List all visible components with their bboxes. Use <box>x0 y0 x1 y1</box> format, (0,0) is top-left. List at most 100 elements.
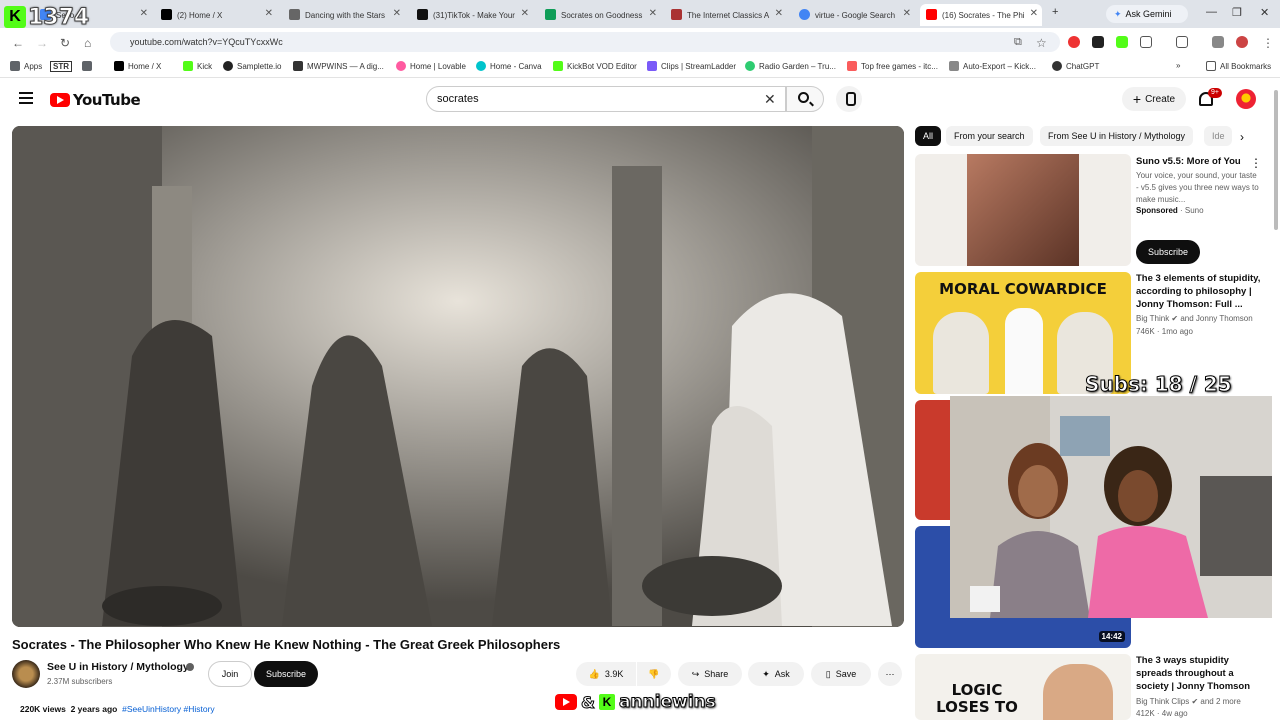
create-button[interactable]: + Create <box>1122 87 1186 111</box>
bookmark-grid[interactable] <box>82 61 92 71</box>
new-tab-icon[interactable]: + <box>1052 6 1058 18</box>
chip-all[interactable]: All <box>915 126 942 146</box>
bookmark-star-icon[interactable]: ☆ <box>1036 36 1047 50</box>
all-bookmarks[interactable]: All Bookmarks <box>1206 61 1271 71</box>
bookmark-kickbot[interactable]: KickBot VOD Editor <box>553 61 637 71</box>
page-scrollbar[interactable] <box>1274 90 1278 230</box>
share-button[interactable]: ↪ Share <box>678 662 742 686</box>
url-bar[interactable]: youtube.com/watch?v=YQcuTYcxxWc <box>110 32 1060 52</box>
minimize-icon[interactable]: — <box>1206 6 1217 18</box>
dislike-button[interactable]: 👎 <box>637 662 671 686</box>
youtube-logo[interactable]: YouTube <box>50 91 141 109</box>
save-button[interactable]: ▯ Save <box>811 662 871 686</box>
recommended-title[interactable]: The 3 ways stupidity spreads throughout … <box>1136 654 1266 693</box>
browser-tab[interactable]: The Internet Classics A ✕ <box>665 4 787 26</box>
url-text: youtube.com/watch?v=YQcuTYcxxWc <box>130 37 283 47</box>
more-bookmarks-icon[interactable]: » <box>1176 61 1180 70</box>
bookmark-apps[interactable]: Apps <box>10 61 42 71</box>
maximize-icon[interactable]: ❐ <box>1232 6 1242 19</box>
tab-close-icon[interactable]: ✕ <box>140 8 148 19</box>
chip-from-your-search[interactable]: From your search <box>946 126 1033 146</box>
ask-button[interactable]: ✦ Ask <box>748 662 804 686</box>
canva-icon <box>476 61 486 71</box>
bookmark-radio-garden[interactable]: Radio Garden – Tru... <box>745 61 836 71</box>
puzzle-extensions-icon[interactable] <box>1140 36 1152 48</box>
bookmark-label: Auto-Export – Kick... <box>963 61 1036 71</box>
home-icon[interactable]: ⌂ <box>84 36 91 50</box>
hashtags[interactable]: #SeeUinHistory #History <box>122 704 215 714</box>
tab-close-icon[interactable]: ✕ <box>265 8 273 19</box>
ad-subscribe-button[interactable]: Subscribe <box>1136 240 1200 264</box>
join-button[interactable]: Join <box>208 661 252 687</box>
tab-close-icon[interactable]: ✕ <box>1030 8 1038 19</box>
clear-search-icon[interactable]: ✕ <box>764 91 776 108</box>
reload-icon[interactable]: ↻ <box>60 36 70 50</box>
bookmark-str[interactable]: STR <box>50 61 72 72</box>
side-panel-icon[interactable] <box>1176 36 1188 48</box>
bookmark-itch[interactable]: Top free games - itc... <box>847 61 938 71</box>
more-options-icon[interactable]: ⋮ <box>1250 156 1262 170</box>
search-button[interactable] <box>786 86 824 112</box>
bookmark-streamladder[interactable]: Clips | StreamLadder <box>647 61 736 71</box>
menu-hamburger-icon[interactable] <box>19 92 33 104</box>
video-player[interactable] <box>12 126 904 627</box>
recommended-title[interactable]: The 3 elements of stupidity, according t… <box>1136 272 1266 311</box>
chevron-right-icon[interactable]: › <box>1240 130 1244 144</box>
tab-favicon-icon <box>417 9 428 20</box>
channel-extra: and Jonny Thomson <box>1180 314 1253 323</box>
voice-search-mic-icon[interactable] <box>836 86 862 112</box>
ask-gemini-button[interactable]: ✦ Ask Gemini <box>1106 5 1188 23</box>
bookmark-chatgpt[interactable]: ChatGPT <box>1052 61 1099 71</box>
tab-close-icon[interactable]: ✕ <box>903 8 911 19</box>
bookmark-samplette[interactable]: Samplette.io <box>223 61 281 71</box>
close-window-icon[interactable]: ✕ <box>1260 6 1269 19</box>
back-icon[interactable]: ← <box>12 36 24 50</box>
bookmark-lovable[interactable]: Home | Lovable <box>396 61 466 71</box>
browser-tab[interactable]: (31)TikTok - Make Your ✕ <box>411 4 533 26</box>
tab-close-icon[interactable]: ✕ <box>775 8 783 19</box>
share-label: Share <box>704 669 729 679</box>
browser-tab[interactable]: Dancing with the Stars ✕ <box>283 4 405 26</box>
youtube-header: YouTube socrates ✕ + Create 9+ <box>0 78 1280 122</box>
kick-logo-icon: K <box>4 6 26 28</box>
ad-thumbnail[interactable] <box>915 154 1131 266</box>
bookmark-canva[interactable]: Home - Canva <box>476 61 542 71</box>
bookmark-home-x[interactable]: Home / X <box>114 61 161 71</box>
kick-extension-icon[interactable] <box>1116 36 1128 48</box>
bookmark-auto-export[interactable]: Auto-Export – Kick... <box>949 61 1036 71</box>
browser-tab-active[interactable]: (16) Socrates - The Phi ✕ <box>920 4 1042 26</box>
account-avatar[interactable] <box>1236 89 1256 109</box>
record-extension-icon[interactable] <box>1068 36 1080 48</box>
video-description-meta[interactable]: 220K views 2 years ago #SeeUinHistory #H… <box>20 704 215 714</box>
browser-tab[interactable]: virtue - Google Search ✕ <box>793 4 915 26</box>
subscribe-button[interactable]: Subscribe <box>254 661 318 687</box>
media-controls-icon[interactable] <box>1212 36 1224 48</box>
sponsored-label: Sponsored <box>1136 206 1178 215</box>
recommended-thumbnail[interactable]: LOGIC LOSES TO <box>915 654 1131 720</box>
chip-ideas[interactable]: Ide <box>1204 126 1232 146</box>
browser-tab[interactable]: Socrates on Goodness ✕ <box>539 4 661 26</box>
bookmark-label: STR <box>50 61 72 72</box>
profile-avatar-icon[interactable] <box>1236 36 1248 48</box>
tab-close-icon[interactable]: ✕ <box>393 8 401 19</box>
forward-icon[interactable]: → <box>36 36 48 50</box>
more-actions-icon[interactable]: ⋯ <box>878 662 902 686</box>
chip-from-channel[interactable]: From See U in History / Mythology <box>1040 126 1194 146</box>
subs-goal-overlay: Subs: 18 / 25 <box>1085 372 1233 397</box>
ad-title[interactable]: Suno v5.5: More of You <box>1136 155 1254 168</box>
like-button[interactable]: 👍 3.9K <box>576 662 636 686</box>
bookmark-kick[interactable]: Kick <box>183 61 212 71</box>
thumbs-up-icon: 👍 <box>588 668 600 679</box>
tab-close-icon[interactable]: ✕ <box>649 8 657 19</box>
browser-tab[interactable]: (2) Home / X ✕ <box>155 4 277 26</box>
search-input[interactable]: socrates <box>426 86 786 112</box>
channel-avatar[interactable] <box>12 660 40 688</box>
tab-close-icon[interactable]: ✕ <box>521 8 529 19</box>
bookmark-label: Home | Lovable <box>410 61 466 71</box>
channel-name[interactable]: See U in History / Mythology <box>47 661 189 673</box>
browser-menu-icon[interactable]: ⋮ <box>1262 36 1274 50</box>
install-app-icon[interactable]: ⧉ <box>1014 36 1022 49</box>
extension-icon[interactable] <box>1092 36 1104 48</box>
gemini-label: Ask Gemini <box>1125 9 1172 19</box>
bookmark-mwpwins[interactable]: MWPWINS — A dig... <box>293 61 384 71</box>
